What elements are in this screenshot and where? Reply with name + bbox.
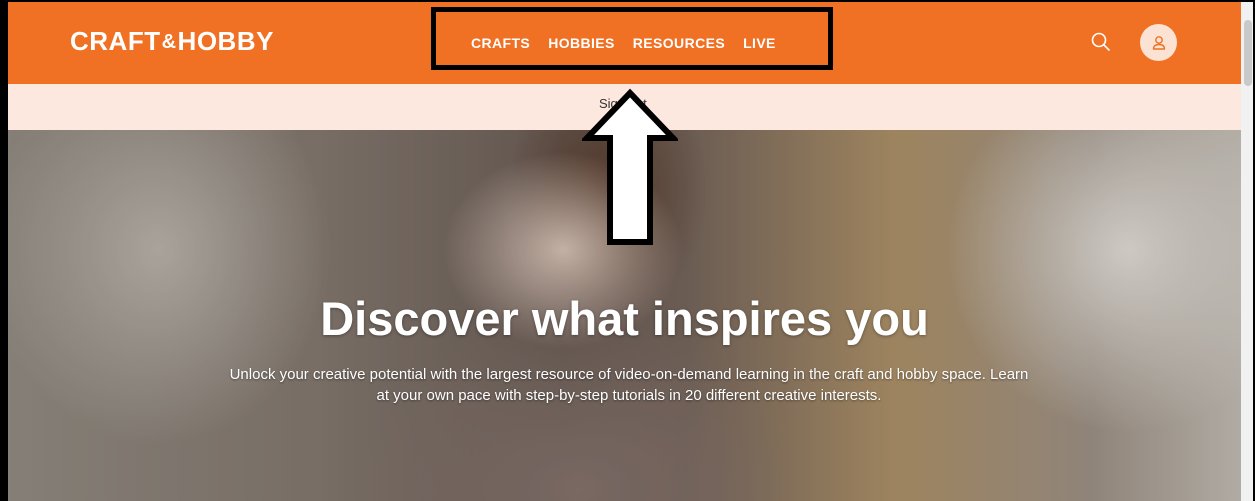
logo-text-hobby: HOBBY xyxy=(177,26,274,56)
browser-viewport: CRAFT&HOBBY CRAFTS HOBBIES RESOURCES LIV… xyxy=(0,0,1255,501)
hero-title: Discover what inspires you xyxy=(320,292,929,345)
page-scrollbar[interactable] xyxy=(1241,2,1253,501)
logo-ampersand: & xyxy=(161,31,177,53)
scrollbar-thumb[interactable] xyxy=(1244,20,1252,86)
logo-text-craft: CRAFT xyxy=(70,26,161,56)
highlight-box xyxy=(431,7,833,70)
search-icon[interactable] xyxy=(1089,30,1113,54)
hero-subtitle: Unlock your creative potential with the … xyxy=(229,366,1029,404)
user-icon xyxy=(1152,35,1165,50)
site-logo[interactable]: CRAFT&HOBBY xyxy=(70,26,274,59)
up-arrow-icon xyxy=(582,88,678,245)
user-avatar-button[interactable] xyxy=(1140,24,1177,61)
